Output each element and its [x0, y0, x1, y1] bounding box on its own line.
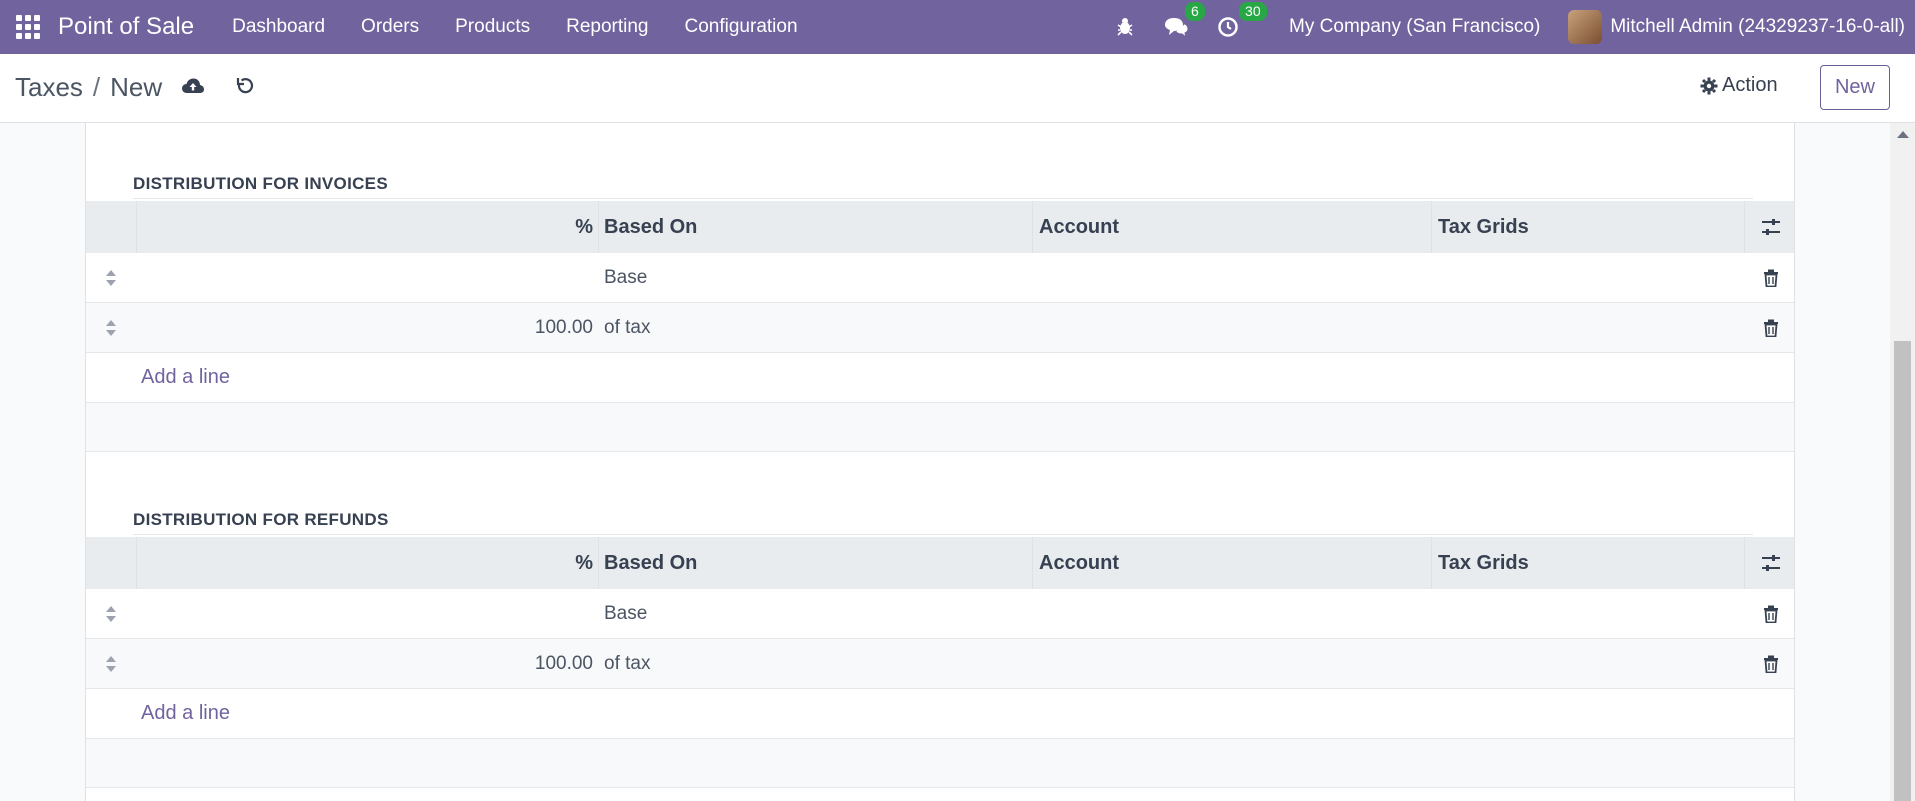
user-menu[interactable]: Mitchell Admin (24329237-16-0-all) — [1610, 16, 1905, 38]
top-navbar: Point of Sale Dashboard Orders Products … — [0, 0, 1915, 54]
form-sheet: DISTRIBUTION FOR INVOICES % Based On Acc… — [85, 123, 1795, 801]
app-brand[interactable]: Point of Sale — [58, 13, 194, 41]
delete-row-trash-icon[interactable] — [1748, 639, 1794, 688]
breadcrumb: Taxes / New — [15, 72, 162, 103]
percent-cell[interactable] — [86, 589, 593, 638]
invoices-section-title: DISTRIBUTION FOR INVOICES — [133, 174, 388, 193]
breadcrumb-current: New — [110, 72, 163, 102]
breadcrumb-taxes[interactable]: Taxes — [15, 72, 83, 103]
menu-reporting[interactable]: Reporting — [548, 0, 666, 54]
menu-dashboard[interactable]: Dashboard — [214, 0, 343, 54]
header-account[interactable]: Account — [1039, 537, 1119, 589]
add-line-link[interactable]: Add a line — [141, 353, 230, 402]
table-row[interactable]: Base — [86, 589, 1794, 639]
refunds-table-header: % Based On Account Tax Grids — [86, 537, 1794, 589]
refunds-distribution-table: % Based On Account Tax Grids Base 100.00… — [86, 537, 1794, 788]
empty-row — [86, 403, 1794, 452]
activities-count-badge: 30 — [1239, 2, 1267, 21]
refunds-section-title: DISTRIBUTION FOR REFUNDS — [133, 510, 389, 529]
header-account[interactable]: Account — [1039, 201, 1119, 253]
user-avatar[interactable] — [1568, 10, 1603, 44]
table-row[interactable]: 100.00 of tax — [86, 303, 1794, 353]
save-cloud-icon[interactable] — [181, 76, 205, 102]
form-scroll-area: DISTRIBUTION FOR INVOICES % Based On Acc… — [0, 123, 1890, 801]
messages-count-badge: 6 — [1185, 2, 1205, 21]
based-on-cell[interactable]: Base — [604, 253, 647, 302]
company-switcher[interactable]: My Company (San Francisco) — [1289, 16, 1540, 38]
scrollbar-thumb[interactable] — [1894, 341, 1911, 801]
menu-configuration[interactable]: Configuration — [667, 0, 816, 54]
table-row[interactable]: 100.00 of tax — [86, 639, 1794, 689]
breadcrumb-separator: / — [92, 72, 101, 102]
invoices-table-header: % Based On Account Tax Grids — [86, 201, 1794, 253]
table-row[interactable]: Base — [86, 253, 1794, 303]
header-based-on[interactable]: Based On — [604, 201, 697, 253]
optional-columns-toggle-icon[interactable] — [1748, 537, 1794, 589]
percent-cell[interactable]: 100.00 — [86, 639, 593, 688]
delete-row-trash-icon[interactable] — [1748, 589, 1794, 638]
header-tax-grids[interactable]: Tax Grids — [1438, 201, 1529, 253]
percent-cell[interactable] — [86, 253, 593, 302]
based-on-cell[interactable]: Base — [604, 589, 647, 638]
based-on-cell[interactable]: of tax — [604, 303, 650, 352]
scroll-up-arrow-icon[interactable] — [1897, 131, 1909, 138]
add-line-row: Add a line — [86, 353, 1794, 403]
main-menu: Dashboard Orders Products Reporting Conf… — [214, 0, 815, 54]
apps-menu-icon[interactable] — [14, 13, 42, 41]
add-line-link[interactable]: Add a line — [141, 689, 230, 738]
bug-icon[interactable] — [1115, 17, 1135, 37]
action-label: Action — [1722, 74, 1778, 96]
new-button[interactable]: New — [1820, 65, 1890, 110]
delete-row-trash-icon[interactable] — [1748, 303, 1794, 352]
add-line-row: Add a line — [86, 689, 1794, 739]
header-percent[interactable]: % — [86, 537, 593, 589]
menu-orders[interactable]: Orders — [343, 0, 437, 54]
percent-cell[interactable]: 100.00 — [86, 303, 593, 352]
header-based-on[interactable]: Based On — [604, 537, 697, 589]
activities-clock-icon[interactable]: 30 — [1217, 2, 1267, 38]
discard-undo-icon[interactable] — [235, 76, 255, 102]
messages-icon[interactable]: 6 — [1163, 2, 1205, 38]
gear-icon — [1700, 77, 1718, 94]
header-percent[interactable]: % — [86, 201, 593, 253]
action-button[interactable]: Action — [1700, 74, 1778, 97]
delete-row-trash-icon[interactable] — [1748, 253, 1794, 302]
vertical-scrollbar[interactable] — [1890, 123, 1915, 801]
invoices-distribution-table: % Based On Account Tax Grids Base 100.00… — [86, 201, 1794, 452]
header-tax-grids[interactable]: Tax Grids — [1438, 537, 1529, 589]
menu-products[interactable]: Products — [437, 0, 548, 54]
control-panel: Taxes / New Action New — [0, 54, 1915, 123]
optional-columns-toggle-icon[interactable] — [1748, 201, 1794, 253]
invoices-section-divider — [133, 198, 1753, 199]
empty-row — [86, 739, 1794, 788]
refunds-section-divider — [133, 534, 1753, 535]
based-on-cell[interactable]: of tax — [604, 639, 650, 688]
